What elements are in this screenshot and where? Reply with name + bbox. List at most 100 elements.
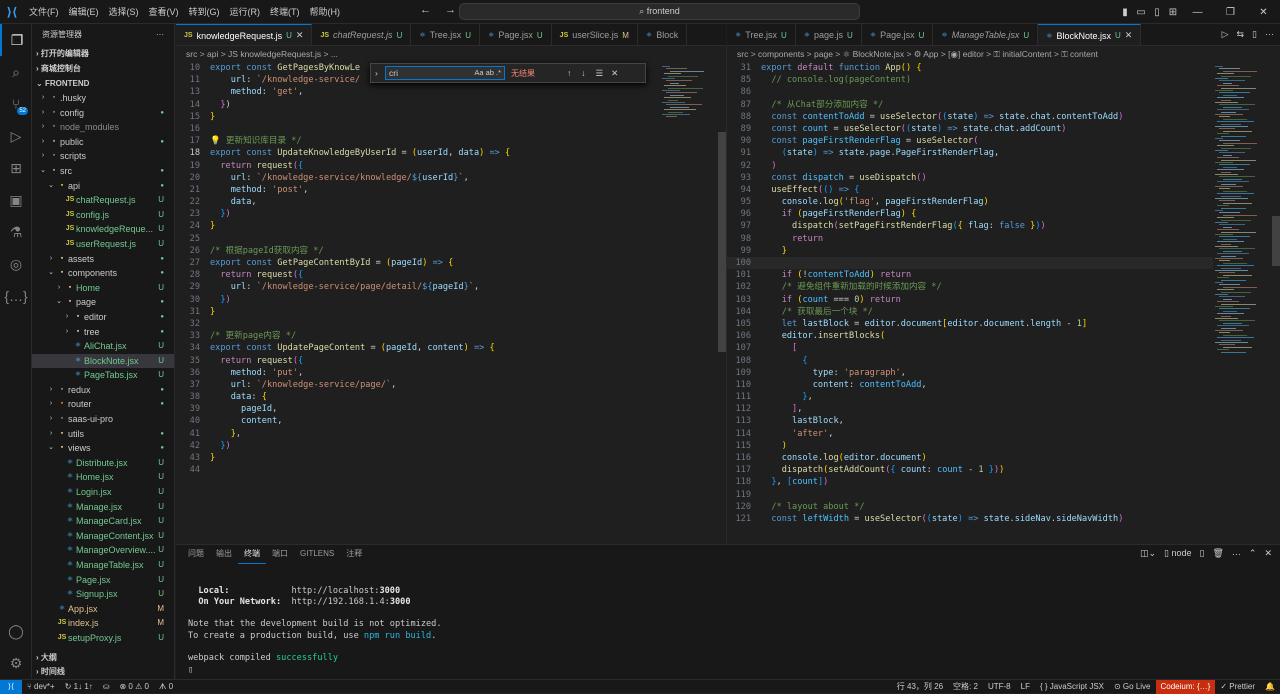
editor-tab[interactable]: ⚛ Block <box>638 24 688 45</box>
editor-tab[interactable]: ⚛ Tree.jsx U <box>727 24 796 45</box>
toggle-panel-icon[interactable]: ▭ <box>1133 7 1149 18</box>
toggle-sidebar-icon[interactable]: ▮ <box>1117 7 1133 18</box>
code-line[interactable]: 26 /* 根据pageId获取内容 */ <box>176 245 660 257</box>
code-line[interactable]: 32 <box>176 318 660 330</box>
code-line[interactable]: 36 method: 'put', <box>176 367 660 379</box>
code-line[interactable]: 103 if (count === 0) return <box>727 294 1213 306</box>
breadcrumb-right[interactable]: src > components > page > ⚛ BlockNote.js… <box>737 47 1267 61</box>
extensions-icon[interactable]: ⊞ <box>0 152 32 184</box>
tree-item[interactable]: ⚛ BlockNote.jsx U <box>32 353 174 369</box>
editor-tab[interactable]: ⚛ Page.jsx U <box>480 24 552 45</box>
code-line[interactable]: 110 content: contentToAdd, <box>727 379 1213 391</box>
code-line[interactable]: 121 const leftWidth = useSelector((state… <box>727 513 1213 525</box>
panel-tab[interactable]: 注释 <box>340 545 368 563</box>
code-line[interactable]: 28 return request({ <box>176 269 660 281</box>
tree-item[interactable]: › ▪ config ● <box>32 106 174 121</box>
tree-item[interactable]: ⚛ ManageTable.jsx U <box>32 558 174 573</box>
tree-item[interactable]: ⚛ Signup.jsx U <box>32 587 174 602</box>
code-line[interactable]: 43} <box>176 452 660 464</box>
section-project[interactable]: ⌄ FRONTEND <box>32 76 174 91</box>
git-sync[interactable]: ↻ 1↓ 1↑ <box>60 680 98 694</box>
code-line[interactable]: 106 editor.insertBlocks( <box>727 330 1213 342</box>
code-line[interactable]: 93 const dispatch = useDispatch() <box>727 172 1213 184</box>
codeium-status[interactable]: Codeium: {…} <box>1155 680 1216 694</box>
code-line[interactable]: 17 💡 更新知识库目录 */ <box>176 135 660 147</box>
terminal-dropdown-icon[interactable]: ◫⌄ <box>1140 548 1156 559</box>
code-line[interactable]: 30 }) <box>176 294 660 306</box>
code-line[interactable]: 24} <box>176 220 660 232</box>
close-tab-icon[interactable]: ✕ <box>1125 30 1133 41</box>
code-line[interactable]: 115 ) <box>727 440 1213 452</box>
code-line[interactable]: 19 return request({ <box>176 160 660 172</box>
scrollbar-right[interactable] <box>1272 216 1280 266</box>
code-line[interactable]: 101 if (!contentToAdd) return <box>727 269 1213 281</box>
braces-icon[interactable]: {…} <box>0 280 32 312</box>
cursor-position[interactable]: 行 43，列 26 <box>892 680 948 694</box>
code-line[interactable]: 85 // console.log(pageContent) <box>727 74 1213 86</box>
editor-tab[interactable]: ⚛ ManageTable.jsx U <box>933 24 1039 45</box>
code-line[interactable]: 29 url: `/knowledge-service/page/detail/… <box>176 281 660 293</box>
scrollbar-left[interactable] <box>718 132 726 352</box>
kill-terminal-icon[interactable]: 🗑 <box>1212 548 1223 559</box>
language-mode[interactable]: { } JavaScript JSX <box>1035 680 1109 694</box>
tree-item[interactable]: ⚛ Manage.jsx U <box>32 500 174 515</box>
code-line[interactable]: 109 type: 'paragraph', <box>727 367 1213 379</box>
gitlens-icon[interactable]: ◎ <box>0 248 32 280</box>
tree-item[interactable]: › ▪ editor ● <box>32 310 174 325</box>
code-line[interactable]: 25 <box>176 233 660 245</box>
panel-more-icon[interactable]: ··· <box>1232 549 1241 559</box>
tree-item[interactable]: ⌄ ▪ page ● <box>32 295 174 310</box>
testing-icon[interactable]: ⚗ <box>0 216 32 248</box>
menu-terminal[interactable]: 终端(T) <box>265 0 305 24</box>
code-line[interactable]: 91 (state) => state.page.PageFirstRender… <box>727 147 1213 159</box>
editor-tab[interactable]: JS userSlice.js M <box>552 24 638 45</box>
command-center-search[interactable]: ⌕ frontend <box>459 3 860 20</box>
editor-tab[interactable]: JS knowledgeRequest.js U ✕ <box>176 24 313 45</box>
code-line[interactable]: 38 data: { <box>176 391 660 403</box>
tree-item[interactable]: ⚛ AliChat.jsx U <box>32 339 174 354</box>
tree-item[interactable]: › ▪ redux ● <box>32 383 174 398</box>
more-editor-icon[interactable]: ··· <box>1265 29 1274 40</box>
code-line[interactable]: 18 export const UpdateKnowledgeByUserId =… <box>176 147 660 159</box>
code-line[interactable]: 35 return request({ <box>176 355 660 367</box>
code-line[interactable]: 97 dispatch(setPageFirstRenderFlag({ fla… <box>727 220 1213 232</box>
code-line[interactable]: 86 <box>727 86 1213 98</box>
code-line[interactable]: 111 }, <box>727 391 1213 403</box>
section-workspace[interactable]: › 商城控制台 <box>32 61 174 76</box>
tree-item[interactable]: JS userRequest.js U <box>32 237 174 252</box>
remote-indicator-icon[interactable]: ⟩⟨ <box>0 679 22 694</box>
prettier-status[interactable]: ✓ Prettier <box>1215 680 1260 694</box>
tree-item[interactable]: › ▪ scripts <box>32 149 174 164</box>
tree-item[interactable]: ⌄ ▪ src ● <box>32 164 174 179</box>
tree-item[interactable]: ⚛ ManageOverview.... U <box>32 543 174 558</box>
forward-arrow-icon[interactable]: → <box>445 4 456 16</box>
close-find-icon[interactable]: ✕ <box>611 68 618 79</box>
indentation[interactable]: 空格: 2 <box>948 680 983 694</box>
tree-item[interactable]: › ▪ utils ● <box>32 427 174 442</box>
breadcrumb-left[interactable]: src > api > JS knowledgeRequest.js > ... <box>186 47 716 61</box>
code-line[interactable]: 116 console.log(editor.document) <box>727 452 1213 464</box>
code-line[interactable]: 120 /* layout about */ <box>727 501 1213 513</box>
minimize-icon[interactable]: — <box>1181 7 1214 18</box>
code-line[interactable]: 99 } <box>727 245 1213 257</box>
find-in-selection-icon[interactable]: ☰ <box>596 68 604 79</box>
code-line[interactable]: 100 <box>727 257 1213 270</box>
code-line[interactable]: 104 /* 获取最后一个块 */ <box>727 306 1213 318</box>
find-input[interactable]: cri Aa ab .* <box>385 66 505 80</box>
tree-item[interactable]: ⚛ Login.jsx U <box>32 485 174 500</box>
code-line[interactable]: 92 ) <box>727 160 1213 172</box>
editor-tab[interactable]: ⚛ page.js U <box>796 24 862 45</box>
next-match-icon[interactable]: ↓ <box>581 68 585 78</box>
tree-item[interactable]: › ▪ Home U <box>32 281 174 296</box>
problems-count[interactable]: ⊗ 0 ⚠ 0 <box>114 680 153 694</box>
code-line[interactable]: 21 method: 'post', <box>176 184 660 196</box>
panel-tab[interactable]: 输出 <box>210 545 238 563</box>
tree-item[interactable]: › ▪ public ● <box>32 135 174 150</box>
code-line[interactable]: 98 return <box>727 233 1213 245</box>
section-timeline[interactable]: › 时间线 <box>32 664 174 679</box>
tree-item[interactable]: JS setupProxy.js U <box>32 631 174 646</box>
tree-item[interactable]: JS chatRequest.js U <box>32 193 174 208</box>
previous-match-icon[interactable]: ↑ <box>567 68 571 78</box>
code-line[interactable]: 119 <box>727 489 1213 501</box>
tree-item[interactable]: JS index.js M <box>32 616 174 631</box>
